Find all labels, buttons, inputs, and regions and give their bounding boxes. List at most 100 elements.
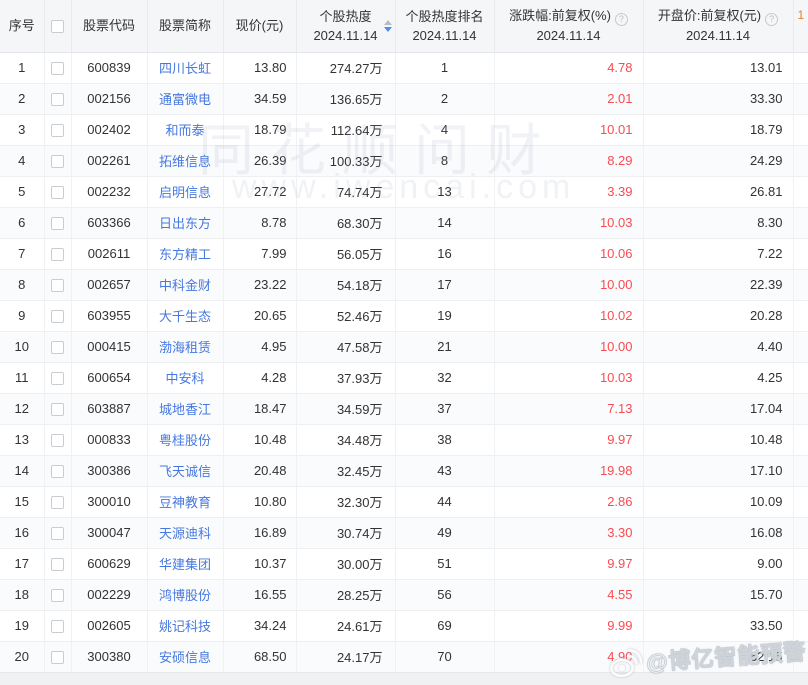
- stock-name-link[interactable]: 日出东方: [159, 216, 211, 231]
- cell-checkbox: [44, 424, 71, 455]
- stock-name-link[interactable]: 姚记科技: [159, 619, 211, 634]
- cell-index: 8: [0, 269, 44, 300]
- header-name[interactable]: 股票简称: [147, 0, 223, 52]
- cell-index: 4: [0, 145, 44, 176]
- row-checkbox[interactable]: [51, 155, 64, 168]
- header-change[interactable]: 涨跌幅:前复权(%)? 2024.11.14: [494, 0, 643, 52]
- row-checkbox[interactable]: [51, 124, 64, 137]
- sort-arrows-icon[interactable]: [384, 20, 392, 32]
- stock-name-link[interactable]: 中安科: [165, 371, 204, 386]
- row-checkbox[interactable]: [51, 93, 64, 106]
- row-checkbox[interactable]: [51, 310, 64, 323]
- row-checkbox[interactable]: [51, 403, 64, 416]
- row-checkbox[interactable]: [51, 527, 64, 540]
- header-change-label: 涨跌幅:前复权(%): [509, 8, 611, 23]
- row-checkbox[interactable]: [51, 372, 64, 385]
- row-checkbox[interactable]: [51, 341, 64, 354]
- header-heat-rank-date: 2024.11.14: [396, 26, 494, 45]
- cell-heat-rank: 16: [395, 238, 494, 269]
- header-heat-rank[interactable]: 个股热度排名 2024.11.14: [395, 0, 494, 52]
- cell-stock-code: 300047: [71, 517, 147, 548]
- row-checkbox[interactable]: [51, 279, 64, 292]
- cell-checkbox: [44, 610, 71, 641]
- cell-stock-name: 四川长虹: [147, 52, 223, 83]
- cell-open-price: 33.30: [643, 83, 793, 114]
- cell-open-price: 7.22: [643, 238, 793, 269]
- question-mark-icon[interactable]: ?: [765, 13, 778, 26]
- stock-name-link[interactable]: 东方精工: [159, 247, 211, 262]
- table-row: 20 300380 安硕信息 68.50 24.17万 70 4.90 62.1…: [0, 641, 808, 672]
- cell-index: 5: [0, 176, 44, 207]
- cell-checkbox: [44, 362, 71, 393]
- cell-open-price: 24.29: [643, 145, 793, 176]
- table-row: 3 002402 和而泰 18.79 112.64万 4 10.01 18.79: [0, 114, 808, 145]
- cell-open-price: 10.09: [643, 486, 793, 517]
- stock-name-link[interactable]: 中科金财: [159, 278, 211, 293]
- stock-name-link[interactable]: 粤桂股份: [159, 433, 211, 448]
- stock-name-link[interactable]: 天源迪科: [159, 526, 211, 541]
- table-row: 11 600654 中安科 4.28 37.93万 32 10.03 4.25: [0, 362, 808, 393]
- stock-name-link[interactable]: 渤海租赁: [159, 340, 211, 355]
- cell-stock-code: 002605: [71, 610, 147, 641]
- stock-name-link[interactable]: 启明信息: [159, 185, 211, 200]
- cell-stock-code: 603366: [71, 207, 147, 238]
- stock-name-link[interactable]: 城地香江: [159, 402, 211, 417]
- stock-name-link[interactable]: 通富微电: [159, 92, 211, 107]
- cell-next-column: [793, 331, 808, 362]
- cell-stock-name: 大千生态: [147, 300, 223, 331]
- header-select-all[interactable]: [44, 0, 71, 52]
- stock-name-link[interactable]: 安硕信息: [159, 650, 211, 665]
- stock-name-link[interactable]: 华建集团: [159, 557, 211, 572]
- cell-stock-name: 城地香江: [147, 393, 223, 424]
- stock-name-link[interactable]: 豆神教育: [159, 495, 211, 510]
- header-open[interactable]: 开盘价:前复权(元)? 2024.11.14: [643, 0, 793, 52]
- row-checkbox[interactable]: [51, 558, 64, 571]
- stock-name-link[interactable]: 和而泰: [165, 123, 204, 138]
- row-checkbox[interactable]: [51, 217, 64, 230]
- cell-index: 9: [0, 300, 44, 331]
- cell-heat: 24.17万: [296, 641, 395, 672]
- header-index[interactable]: 序号: [0, 0, 44, 52]
- row-checkbox[interactable]: [51, 589, 64, 602]
- row-checkbox[interactable]: [51, 62, 64, 75]
- cell-heat-rank: 38: [395, 424, 494, 455]
- header-price-label: 现价(元): [224, 16, 296, 35]
- cell-index: 19: [0, 610, 44, 641]
- row-checkbox[interactable]: [51, 248, 64, 261]
- question-mark-icon[interactable]: ?: [615, 13, 628, 26]
- cell-heat-rank: 4: [395, 114, 494, 145]
- stock-name-link[interactable]: 飞天诚信: [159, 464, 211, 479]
- stock-name-link[interactable]: 四川长虹: [159, 61, 211, 76]
- stock-name-link[interactable]: 鸿博股份: [159, 588, 211, 603]
- table-row: 9 603955 大千生态 20.65 52.46万 19 10.02 20.2…: [0, 300, 808, 331]
- row-checkbox[interactable]: [51, 186, 64, 199]
- select-all-checkbox[interactable]: [51, 20, 64, 33]
- header-change-date: 2024.11.14: [495, 26, 643, 45]
- row-checkbox[interactable]: [51, 496, 64, 509]
- cell-open-price: 18.79: [643, 114, 793, 145]
- header-price[interactable]: 现价(元): [223, 0, 296, 52]
- header-code[interactable]: 股票代码: [71, 0, 147, 52]
- header-heat[interactable]: 个股热度 2024.11.14: [296, 0, 395, 52]
- cell-next-column: [793, 548, 808, 579]
- row-checkbox[interactable]: [51, 465, 64, 478]
- cell-open-price: 13.01: [643, 52, 793, 83]
- cell-heat: 68.30万: [296, 207, 395, 238]
- cell-stock-code: 002657: [71, 269, 147, 300]
- cell-change-pct: 19.98: [494, 455, 643, 486]
- row-checkbox[interactable]: [51, 620, 64, 633]
- cell-heat-rank: 44: [395, 486, 494, 517]
- cell-stock-name: 豆神教育: [147, 486, 223, 517]
- stock-name-link[interactable]: 拓维信息: [159, 154, 211, 169]
- cell-next-column: [793, 362, 808, 393]
- cell-heat-rank: 13: [395, 176, 494, 207]
- row-checkbox[interactable]: [51, 651, 64, 664]
- cell-heat-rank: 69: [395, 610, 494, 641]
- cell-stock-code: 600839: [71, 52, 147, 83]
- cell-stock-code: 600654: [71, 362, 147, 393]
- row-checkbox[interactable]: [51, 434, 64, 447]
- cell-open-price: 17.10: [643, 455, 793, 486]
- cell-heat: 47.58万: [296, 331, 395, 362]
- cell-stock-name: 中安科: [147, 362, 223, 393]
- stock-name-link[interactable]: 大千生态: [159, 309, 211, 324]
